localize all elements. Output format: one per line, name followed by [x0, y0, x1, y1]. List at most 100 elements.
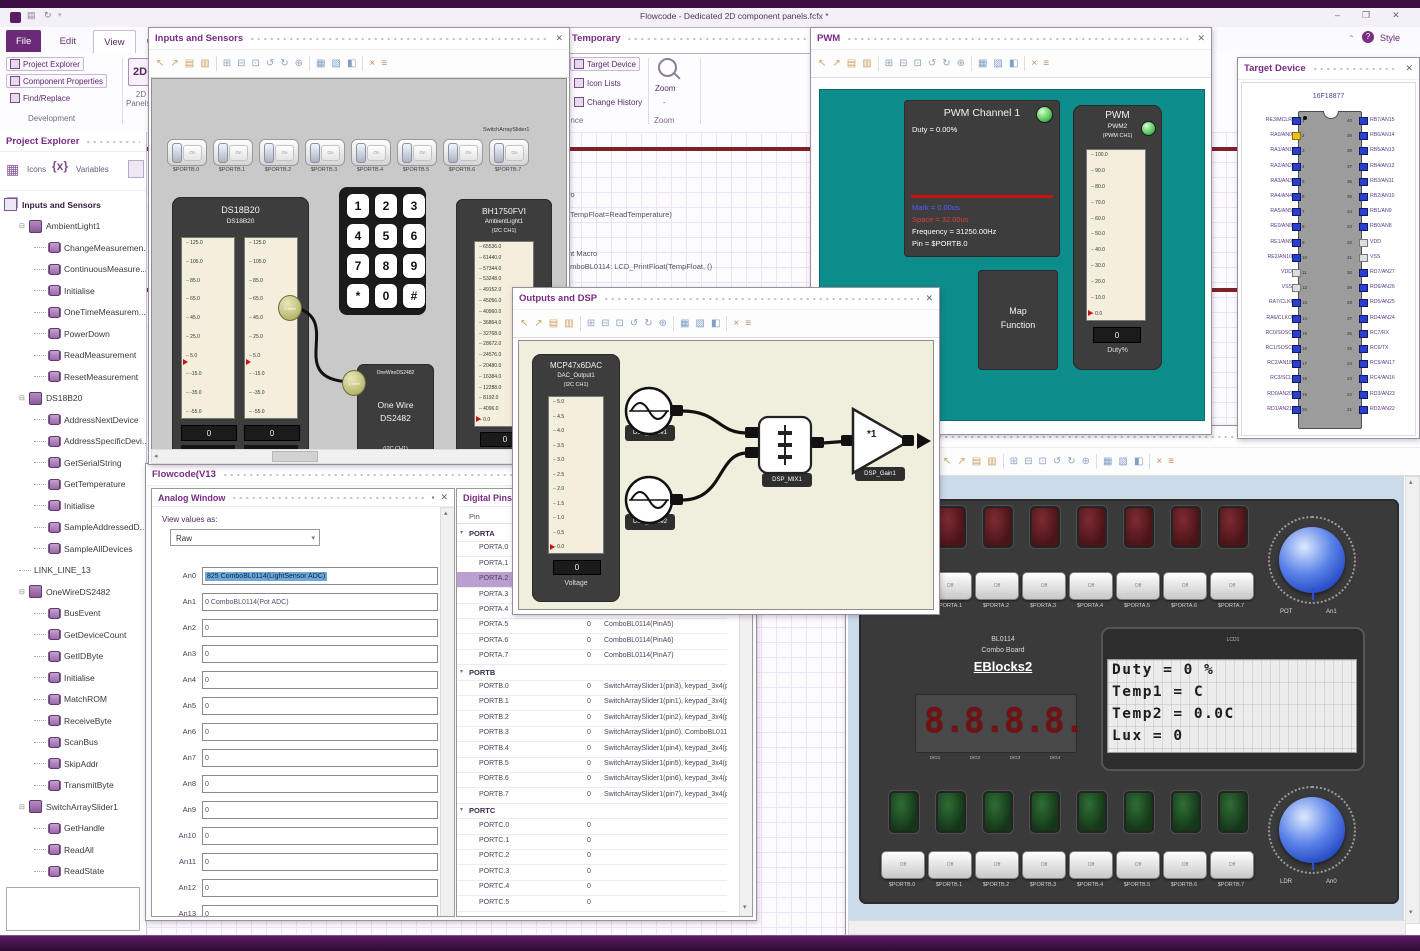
chip-pin-right[interactable]	[1359, 390, 1368, 399]
digital-pin-row[interactable]: PORTB.7 0 SwitchArraySlider1(pin7), keypad…	[457, 788, 727, 804]
icons-grid-icon[interactable]: ▦	[6, 160, 24, 178]
port-toggle-button[interactable]: Off	[1163, 851, 1207, 879]
keypad-key-2[interactable]: 2	[375, 194, 397, 218]
chip-pin-right[interactable]	[1359, 223, 1368, 232]
port-toggle-button[interactable]: Off	[1163, 572, 1207, 600]
analog-row-value[interactable]: 0	[202, 775, 438, 793]
properties-icon[interactable]: ⊡	[913, 58, 921, 69]
switch-lever[interactable]	[218, 143, 228, 163]
ldr-knob-ball[interactable]	[1279, 797, 1345, 863]
align-icon[interactable]: ▦	[978, 58, 987, 69]
pot-knob-ball[interactable]	[1279, 527, 1345, 593]
port-toggle-button[interactable]: Off	[1210, 572, 1254, 600]
analog-row-value[interactable]: 0	[202, 645, 438, 663]
chip-pin-right[interactable]	[1359, 284, 1368, 293]
chip-pin-left[interactable]	[1292, 299, 1301, 308]
chip-pin-left[interactable]	[1292, 284, 1301, 293]
variables-icon[interactable]: {x}	[52, 159, 68, 173]
grid-icon[interactable]: ▧	[1118, 456, 1127, 467]
chip-pin-right[interactable]	[1359, 253, 1368, 262]
tree-item-onetimemeasurem-[interactable]: OneTimeMeasurem...	[2, 302, 146, 324]
clone-icon[interactable]: ▥	[564, 318, 573, 329]
analog-row-value[interactable]: 0	[202, 697, 438, 715]
tree-item-ambientlight1[interactable]: ⊟ AmbientLight1	[2, 216, 146, 238]
expand-toggle-icon[interactable]: ⊟	[19, 222, 29, 230]
digital-pin-row[interactable]: PORTC.5 0	[457, 896, 727, 912]
collapse-ribbon-icon[interactable]: ⌃	[1348, 34, 1355, 43]
delete-icon[interactable]: ×	[369, 58, 375, 69]
inputs-panel-canvas[interactable]: On $PORTB.0 On $PORTB.1 On $PORTB.2 On $PORTB.3…	[151, 78, 567, 450]
select-cursor-icon[interactable]: ↖	[156, 58, 164, 69]
tree-item-resetmeasurement[interactable]: ResetMeasurement	[2, 366, 146, 388]
delete-icon[interactable]: ×	[733, 318, 739, 329]
chip-pin-right[interactable]	[1359, 345, 1368, 353]
zoom-icon[interactable]	[658, 58, 677, 77]
digital-pin-row[interactable]: PORTA.5 0 ComboBL0114(PinA5)	[457, 618, 727, 635]
keypad-key-7[interactable]: 7	[347, 254, 369, 278]
chip-pin-left[interactable]	[1292, 223, 1301, 232]
snap-icon[interactable]: ◧	[347, 58, 356, 69]
port-toggle-button[interactable]: Off	[1022, 851, 1066, 879]
select-cursor-icon[interactable]: ↖	[943, 456, 951, 467]
chip-pin-left[interactable]	[1292, 162, 1301, 171]
outputs-panel-canvas[interactable]: MCP47x6DAC DAC_Output1 (I2C CH1) 5.0 4.5 4…	[518, 340, 934, 610]
align-icon[interactable]: ▦	[680, 318, 689, 329]
tab-view[interactable]: View	[93, 30, 136, 53]
chip-pin-left[interactable]	[1292, 329, 1301, 338]
snap-icon[interactable]: ◧	[1134, 456, 1143, 467]
close-icon[interactable]: ✕	[1197, 34, 1205, 43]
inputs-hscrollbar[interactable]: ◂▸	[151, 449, 567, 464]
digital-pin-row[interactable]: PORTB.4 0 SwitchArraySlider1(pin4), keypad…	[457, 742, 727, 758]
rotate-left-icon[interactable]: ↺	[1053, 456, 1061, 467]
delete-icon[interactable]: ×	[1156, 456, 1162, 467]
chip-pin-right[interactable]	[1359, 162, 1368, 171]
chip-pin-left[interactable]	[1292, 345, 1301, 353]
minimize-button[interactable]: –	[1335, 10, 1340, 21]
tree-item-addressnextdevice[interactable]: AddressNextDevice	[2, 409, 146, 431]
chip-pin-right[interactable]	[1359, 177, 1368, 186]
remove-component-icon[interactable]: ⊟	[237, 58, 245, 69]
pwm-duty-value[interactable]: 0	[1093, 327, 1141, 343]
zoom-extents-icon[interactable]: ⊕	[659, 318, 667, 329]
target-device-button[interactable]: Target Device	[570, 57, 640, 71]
tree-item-gettemperature[interactable]: GetTemperature	[2, 474, 146, 496]
digital-pin-row[interactable]: PORTC.4 0	[457, 880, 727, 897]
keypad-key-8[interactable]: 8	[375, 254, 397, 278]
port-switch[interactable]: On	[259, 139, 299, 166]
tree-item-initialise[interactable]: Initialise	[2, 280, 146, 302]
chip-pin-right[interactable]	[1359, 269, 1368, 277]
chip-pin-right[interactable]	[1359, 329, 1368, 338]
keypad-key-9[interactable]: 9	[403, 254, 425, 278]
icon-lists-button[interactable]: Icon Lists	[570, 76, 625, 90]
chip-pin-left[interactable]	[1292, 117, 1301, 125]
grid-icon[interactable]: ▧	[993, 58, 1002, 69]
component-properties-button[interactable]: Component Properties	[6, 74, 108, 88]
chip-pin-left[interactable]	[1292, 208, 1301, 217]
copy-icon[interactable]: ▤	[972, 456, 981, 467]
zoom-extents-icon[interactable]: ⊕	[957, 58, 965, 69]
rotate-right-icon[interactable]: ↻	[1067, 456, 1075, 467]
rotate-left-icon[interactable]: ↺	[630, 318, 638, 329]
digital-pin-row[interactable]: PORTB.5 0 SwitchArraySlider1(pin5), keypad…	[457, 757, 727, 773]
analog-row-value[interactable]: 0	[202, 905, 438, 916]
switch-lever[interactable]	[310, 143, 320, 163]
undo-icon[interactable]: ↻	[44, 10, 52, 21]
keypad-key-5[interactable]: 5	[375, 224, 397, 248]
select-cursor-icon[interactable]: ↖	[520, 318, 528, 329]
tree-item-initialise[interactable]: Initialise	[2, 495, 146, 517]
keypad-key-6[interactable]: 6	[403, 224, 425, 248]
rotate-right-icon[interactable]: ↻	[280, 58, 288, 69]
properties-icon[interactable]: ⊡	[1038, 456, 1046, 467]
digital-pin-row[interactable]: PORTB.2 0 SwitchArraySlider1(pin2), keypad…	[457, 711, 727, 727]
tree-item-sampleaddressedd-[interactable]: SampleAddressedD...	[2, 517, 146, 539]
tree-item-receivebyte[interactable]: ReceiveByte	[2, 710, 146, 732]
analog-row-value[interactable]: 0	[202, 619, 438, 637]
chip-pin-left[interactable]	[1292, 269, 1301, 277]
chip-pin-left[interactable]	[1292, 253, 1301, 262]
new-component-icon[interactable]: ⊞	[885, 58, 893, 69]
chip-pin-left[interactable]	[1292, 390, 1301, 399]
port-switch[interactable]: On	[397, 139, 437, 166]
find-replace-button[interactable]: Find/Replace	[6, 91, 74, 105]
minimize-icon[interactable]: ▪	[432, 493, 435, 502]
tree-item-transmitbyte[interactable]: TransmitByte	[2, 775, 146, 797]
